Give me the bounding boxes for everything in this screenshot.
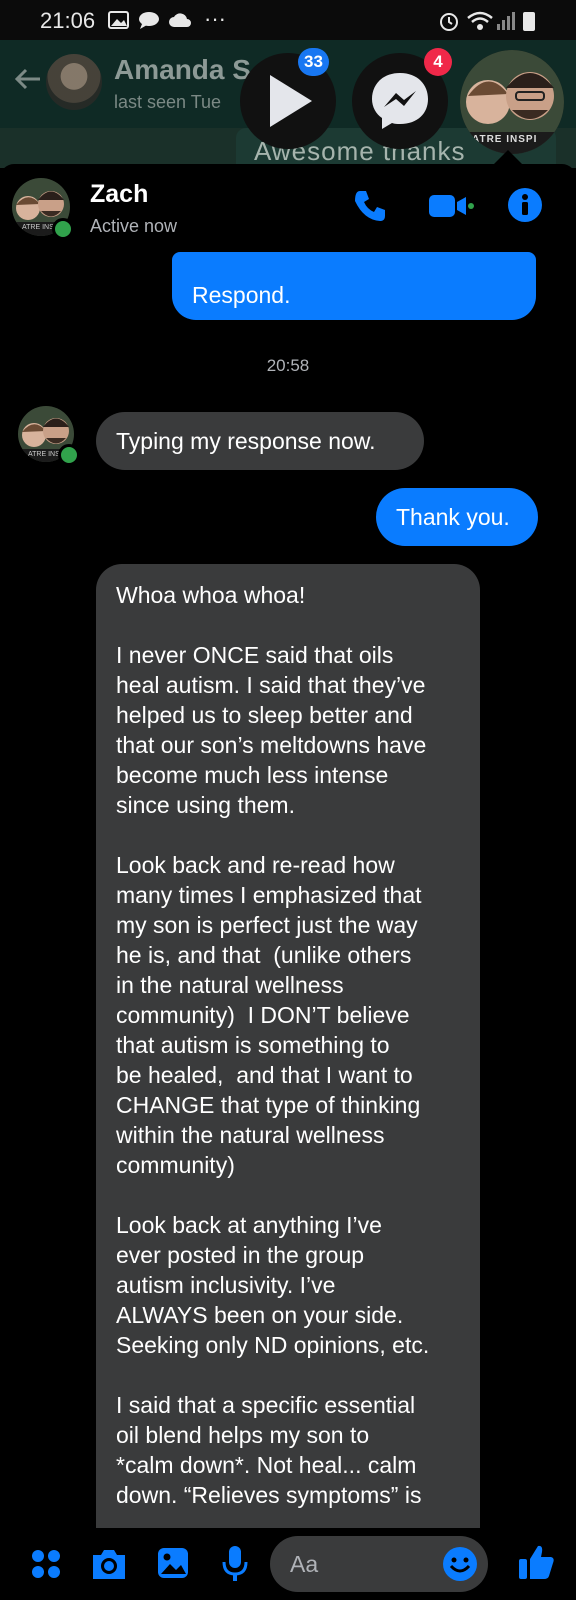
online-indicator bbox=[58, 444, 80, 466]
background-last-seen: last seen Tue bbox=[114, 92, 222, 112]
camera-icon[interactable] bbox=[90, 1546, 128, 1582]
emoji-icon[interactable] bbox=[442, 1546, 478, 1582]
image-icon[interactable] bbox=[156, 1546, 190, 1580]
phone-icon[interactable] bbox=[352, 188, 388, 224]
wifi-icon bbox=[467, 11, 493, 30]
background-contact-name: Amanda S bbox=[114, 54, 251, 85]
avatar-tag: ATRE INS bbox=[28, 451, 60, 458]
message-text: Thank you. bbox=[396, 504, 510, 530]
chat-icon bbox=[139, 12, 159, 29]
message-text: Typing my response now. bbox=[116, 428, 376, 454]
avatar-tag: ATRE INS bbox=[22, 224, 54, 231]
status-bar: 21:06 ··· bbox=[0, 0, 576, 40]
background-contact-avatar bbox=[46, 54, 102, 110]
contact-status: Active now bbox=[90, 216, 178, 236]
messenger-chat-panel: ATRE INS Zach Active now Respond. 20:58 … bbox=[0, 164, 576, 1600]
message-text: Whoa whoa whoa! I never ONCE said that o… bbox=[116, 582, 430, 1508]
video-camera-icon[interactable] bbox=[428, 190, 474, 222]
panel-pointer bbox=[494, 150, 522, 164]
incoming-long-message[interactable]: Whoa whoa whoa! I never ONCE said that o… bbox=[96, 564, 480, 1564]
info-icon[interactable] bbox=[506, 186, 544, 224]
message-input-placeholder: Aa bbox=[290, 1551, 319, 1577]
back-arrow-icon[interactable] bbox=[14, 65, 42, 93]
outgoing-message[interactable]: Thank you. bbox=[376, 488, 538, 546]
outgoing-message[interactable]: Respond. bbox=[172, 252, 536, 320]
user-chat-head[interactable]: ATRE INSPI bbox=[460, 50, 564, 154]
online-indicator bbox=[52, 218, 74, 240]
message-timestamp: 20:58 bbox=[266, 356, 310, 375]
gallery-icon bbox=[108, 11, 129, 29]
message-composer: Aa bbox=[0, 1528, 576, 1600]
signal-icon bbox=[497, 12, 515, 30]
status-time: 21:06 bbox=[40, 8, 96, 33]
contact-name: Zach bbox=[90, 180, 149, 208]
incoming-message[interactable]: Typing my response now. bbox=[96, 412, 424, 470]
menu-dots-icon[interactable] bbox=[30, 1548, 62, 1580]
messenger-unread-badge: 4 bbox=[424, 48, 452, 76]
alarm-icon bbox=[440, 13, 458, 31]
more-notifications: ··· bbox=[204, 6, 226, 31]
message-text: Respond. bbox=[192, 282, 291, 308]
video-unread-badge: 33 bbox=[298, 48, 329, 76]
thumbs-up-icon[interactable] bbox=[516, 1542, 556, 1582]
microphone-icon[interactable] bbox=[220, 1544, 250, 1584]
user-chat-head-tag: ATRE INSPI bbox=[472, 134, 538, 145]
cloud-icon bbox=[169, 13, 191, 27]
message-input[interactable]: Aa bbox=[270, 1536, 488, 1592]
battery-icon bbox=[523, 12, 535, 31]
